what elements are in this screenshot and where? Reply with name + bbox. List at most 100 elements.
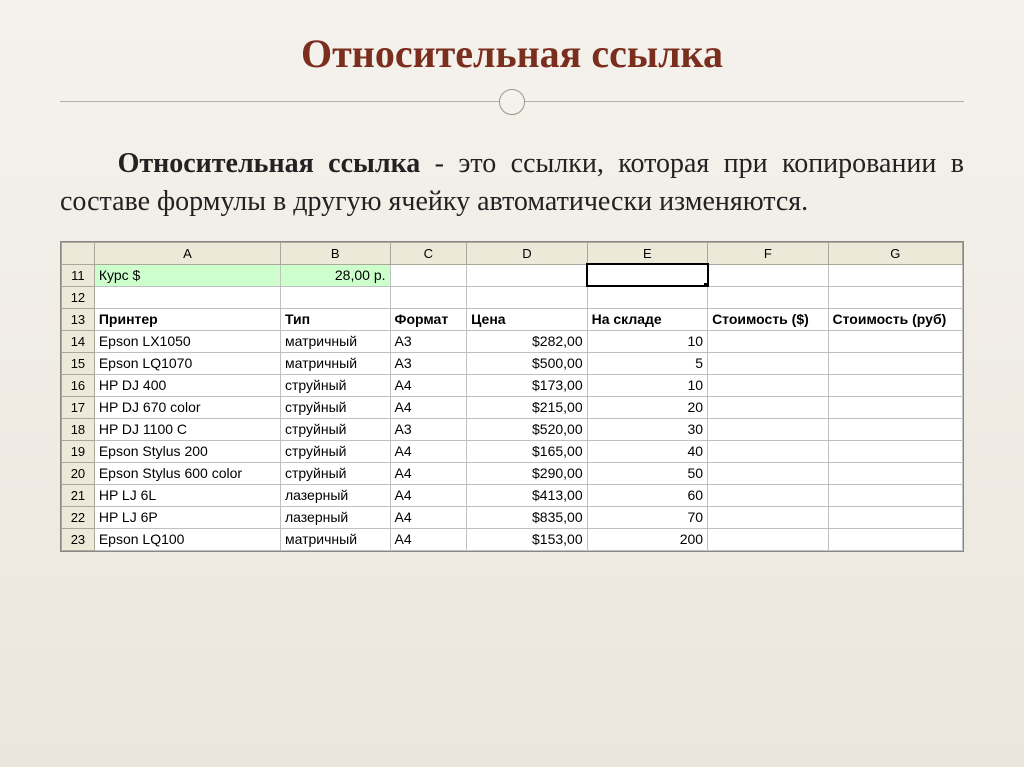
col-header-E[interactable]: E [587,242,707,264]
cell-A23[interactable]: Epson LQ100 [94,528,280,550]
cell-F13[interactable]: Стоимость ($) [708,308,828,330]
cell-D11[interactable] [467,264,587,286]
cell-G12[interactable] [828,286,962,308]
cell-E11-selected[interactable] [587,264,707,286]
cell-A18[interactable]: HP DJ 1100 C [94,418,280,440]
col-header-C[interactable]: C [390,242,467,264]
cell-D19[interactable]: $165,00 [467,440,587,462]
row-header-17[interactable]: 17 [62,396,95,418]
cell-G14[interactable] [828,330,962,352]
cell-C23[interactable]: A4 [390,528,467,550]
row-header-12[interactable]: 12 [62,286,95,308]
row-header-16[interactable]: 16 [62,374,95,396]
cell-C21[interactable]: A4 [390,484,467,506]
cell-G18[interactable] [828,418,962,440]
cell-F15[interactable] [708,352,828,374]
cell-D17[interactable]: $215,00 [467,396,587,418]
cell-F22[interactable] [708,506,828,528]
row-header-18[interactable]: 18 [62,418,95,440]
select-all-corner[interactable] [62,242,95,264]
cell-E15[interactable]: 5 [587,352,707,374]
cell-F17[interactable] [708,396,828,418]
cell-G19[interactable] [828,440,962,462]
cell-A19[interactable]: Epson Stylus 200 [94,440,280,462]
cell-G23[interactable] [828,528,962,550]
cell-F20[interactable] [708,462,828,484]
cell-G13[interactable]: Стоимость (руб) [828,308,962,330]
cell-B16[interactable]: струйный [281,374,391,396]
row-header-19[interactable]: 19 [62,440,95,462]
cell-C11[interactable] [390,264,467,286]
cell-A15[interactable]: Epson LQ1070 [94,352,280,374]
cell-E17[interactable]: 20 [587,396,707,418]
col-header-G[interactable]: G [828,242,962,264]
cell-D16[interactable]: $173,00 [467,374,587,396]
cell-A22[interactable]: HP LJ 6P [94,506,280,528]
cell-D21[interactable]: $413,00 [467,484,587,506]
cell-A20[interactable]: Epson Stylus 600 color [94,462,280,484]
cell-C20[interactable]: A4 [390,462,467,484]
cell-B22[interactable]: лазерный [281,506,391,528]
cell-B21[interactable]: лазерный [281,484,391,506]
cell-B20[interactable]: струйный [281,462,391,484]
cell-G22[interactable] [828,506,962,528]
cell-E18[interactable]: 30 [587,418,707,440]
cell-G16[interactable] [828,374,962,396]
row-header-14[interactable]: 14 [62,330,95,352]
cell-A21[interactable]: HP LJ 6L [94,484,280,506]
cell-D12[interactable] [467,286,587,308]
cell-C16[interactable]: A4 [390,374,467,396]
cell-B13[interactable]: Тип [281,308,391,330]
cell-A14[interactable]: Epson LX1050 [94,330,280,352]
cell-C17[interactable]: A4 [390,396,467,418]
row-header-20[interactable]: 20 [62,462,95,484]
cell-B15[interactable]: матричный [281,352,391,374]
cell-E22[interactable]: 70 [587,506,707,528]
cell-C12[interactable] [390,286,467,308]
row-header-15[interactable]: 15 [62,352,95,374]
col-header-F[interactable]: F [708,242,828,264]
row-header-21[interactable]: 21 [62,484,95,506]
cell-F19[interactable] [708,440,828,462]
cell-E12[interactable] [587,286,707,308]
cell-D23[interactable]: $153,00 [467,528,587,550]
cell-C14[interactable]: A3 [390,330,467,352]
cell-D20[interactable]: $290,00 [467,462,587,484]
cell-F12[interactable] [708,286,828,308]
row-header-22[interactable]: 22 [62,506,95,528]
cell-F16[interactable] [708,374,828,396]
cell-C13[interactable]: Формат [390,308,467,330]
cell-E13[interactable]: На складе [587,308,707,330]
cell-D14[interactable]: $282,00 [467,330,587,352]
col-header-D[interactable]: D [467,242,587,264]
cell-C15[interactable]: A3 [390,352,467,374]
cell-E23[interactable]: 200 [587,528,707,550]
cell-E19[interactable]: 40 [587,440,707,462]
cell-E20[interactable]: 50 [587,462,707,484]
row-header-13[interactable]: 13 [62,308,95,330]
cell-A11[interactable]: Курс $ [94,264,280,286]
cell-B23[interactable]: матричный [281,528,391,550]
row-header-23[interactable]: 23 [62,528,95,550]
cell-E14[interactable]: 10 [587,330,707,352]
cell-F11[interactable] [708,264,828,286]
cell-C22[interactable]: A4 [390,506,467,528]
cell-F21[interactable] [708,484,828,506]
cell-F14[interactable] [708,330,828,352]
cell-B12[interactable] [281,286,391,308]
cell-B19[interactable]: струйный [281,440,391,462]
cell-A16[interactable]: HP DJ 400 [94,374,280,396]
cell-G21[interactable] [828,484,962,506]
cell-A13[interactable]: Принтер [94,308,280,330]
cell-F18[interactable] [708,418,828,440]
cell-G17[interactable] [828,396,962,418]
cell-D13[interactable]: Цена [467,308,587,330]
cell-B11[interactable]: 28,00 р. [281,264,391,286]
cell-D18[interactable]: $520,00 [467,418,587,440]
cell-G15[interactable] [828,352,962,374]
cell-C18[interactable]: A3 [390,418,467,440]
cell-B18[interactable]: струйный [281,418,391,440]
cell-B14[interactable]: матричный [281,330,391,352]
row-header-11[interactable]: 11 [62,264,95,286]
cell-D15[interactable]: $500,00 [467,352,587,374]
